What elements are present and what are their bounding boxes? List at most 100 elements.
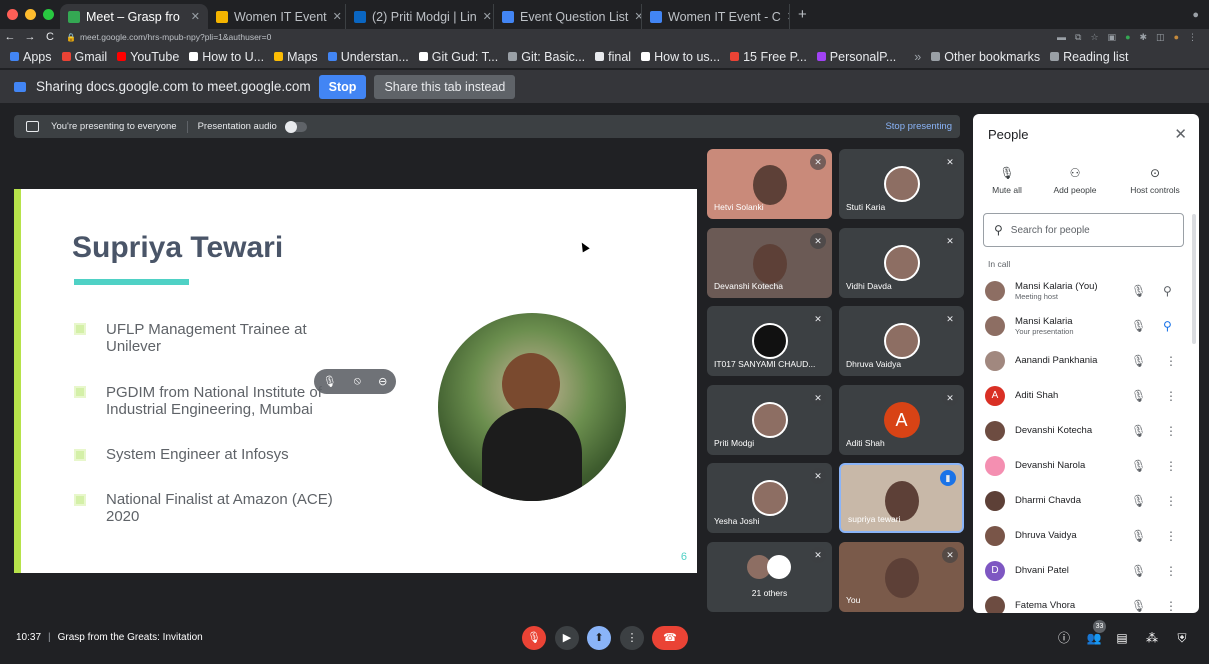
extension-icon[interactable]: ▣	[1108, 32, 1117, 43]
presentation-audio-toggle[interactable]	[284, 120, 307, 133]
extensions-puzzle-icon[interactable]: ✱	[1140, 32, 1148, 43]
participant-tile[interactable]: ✕ Hetvi Solanki	[707, 149, 832, 219]
mic-off-icon[interactable]: 🎙	[1131, 599, 1146, 613]
add-people-button[interactable]: ⚇ Add people	[1045, 166, 1105, 195]
share-this-tab-button[interactable]: Share this tab instead	[374, 74, 516, 99]
search-people-input[interactable]: ⚲ Search for people	[983, 213, 1184, 247]
stop-presenting-button[interactable]: Stop presenting	[885, 121, 952, 132]
participant-tile[interactable]: ✕ Stuti Karia	[839, 149, 964, 219]
bookmark-item[interactable]: 15 Free P...	[730, 50, 807, 64]
bookmark-item[interactable]: Git: Basic...	[508, 50, 585, 64]
participant-tile[interactable]: ✕ Priti Modgi	[707, 385, 832, 455]
participant-tile[interactable]: ✕ Devanshi Kotecha	[707, 228, 832, 298]
reading-list[interactable]: Reading list	[1050, 50, 1128, 64]
participant-row[interactable]: Dharmi Chavda 🎙 ⋮	[973, 483, 1183, 518]
more-options-button[interactable]: ⋮	[620, 626, 644, 650]
participant-row[interactable]: Dhruva Vaidya 🎙 ⋮	[973, 518, 1183, 553]
forward-icon[interactable]: →	[20, 31, 40, 43]
browser-tab[interactable]: (2) Priti Modgi | Lin ✕	[346, 4, 494, 29]
minimize-window-icon[interactable]	[25, 9, 36, 20]
media-icon[interactable]: ◫	[1156, 32, 1165, 43]
browser-tab[interactable]: Meet – Grasp fro ✕	[60, 4, 208, 29]
more-bookmarks-icon[interactable]: »	[914, 50, 921, 64]
share-icon[interactable]: ⧉	[1075, 32, 1081, 43]
grammarly-icon[interactable]: ●	[1125, 32, 1130, 43]
close-icon[interactable]: ✕	[1174, 125, 1187, 143]
participant-tile[interactable]: ✕ You	[839, 542, 964, 612]
bookmark-item[interactable]: Git Gud: T...	[418, 50, 498, 64]
more-options-icon[interactable]: ⋮	[1165, 389, 1177, 403]
more-options-icon[interactable]: ⋮	[1165, 354, 1177, 368]
scrollbar[interactable]	[1192, 214, 1196, 344]
leave-call-button[interactable]: ☎	[652, 626, 688, 650]
bookmark-star-icon[interactable]: ☆	[1090, 32, 1098, 43]
close-tab-icon[interactable]: ✕	[477, 10, 492, 23]
minimize-icon[interactable]: ⊖	[378, 375, 387, 388]
bookmark-item[interactable]: final	[595, 50, 631, 64]
new-tab-icon[interactable]: +	[798, 6, 807, 23]
url-field[interactable]: meet.google.com/hrs-mpub-npy?pli=1&authu…	[80, 32, 271, 42]
participant-row[interactable]: Aanandi Pankhania 🎙 ⋮	[973, 343, 1183, 378]
activities-icon[interactable]: ⁂	[1140, 626, 1164, 650]
mic-off-icon[interactable]: 🎙	[1131, 494, 1146, 508]
mic-off-icon[interactable]: 🎙	[323, 375, 337, 388]
close-tab-icon[interactable]: ✕	[185, 10, 200, 23]
participant-tile[interactable]: ✕ IT017 SANYAMI CHAUD...	[707, 306, 832, 376]
mic-off-icon[interactable]: 🎙	[1131, 529, 1146, 543]
hide-icon[interactable]: ⦸	[354, 375, 361, 388]
participant-row[interactable]: D Dhvani Patel 🎙 ⋮	[973, 553, 1183, 588]
present-button[interactable]: ⬆	[587, 626, 611, 650]
stop-sharing-button[interactable]: Stop	[318, 74, 367, 99]
bookmark-item[interactable]: How to U...	[189, 50, 264, 64]
mic-toggle-button[interactable]: 🎙	[522, 626, 546, 650]
chat-icon[interactable]: ▤	[1110, 626, 1134, 650]
menu-icon[interactable]: ⋮	[1188, 32, 1197, 43]
browser-tab[interactable]: Women IT Event ✕	[208, 4, 346, 29]
participant-tile[interactable]: A ✕ Aditi Shah	[839, 385, 964, 455]
participant-row[interactable]: Devanshi Narola 🎙 ⋮	[973, 448, 1183, 483]
meeting-details-icon[interactable]: ⓘ	[1052, 626, 1076, 650]
browser-tab[interactable]: Event Question List✕	[494, 4, 642, 29]
mute-all-button[interactable]: 🎙 Mute all	[983, 166, 1031, 195]
bookmark-item[interactable]: Gmail	[61, 50, 107, 64]
bookmark-item[interactable]: PersonalP...	[816, 50, 896, 64]
bookmark-item[interactable]: Maps	[274, 50, 318, 64]
more-options-icon[interactable]: ⋮	[1165, 564, 1177, 578]
participant-tile[interactable]: ▮ supriya tewari	[839, 463, 964, 533]
host-controls-button[interactable]: ⊙ Host controls	[1123, 166, 1187, 195]
bookmark-item[interactable]: Apps	[10, 50, 52, 64]
pin-icon[interactable]: ⚲	[1163, 319, 1172, 333]
other-bookmarks[interactable]: Other bookmarks	[931, 50, 1040, 64]
browser-tab[interactable]: Women IT Event - C✕	[642, 4, 790, 29]
more-options-icon[interactable]: ⋮	[1165, 599, 1177, 613]
participant-tile[interactable]: ✕ Yesha Joshi	[707, 463, 832, 533]
more-options-icon[interactable]: ⋮	[1165, 459, 1177, 473]
mic-off-icon[interactable]: 🎙	[1131, 389, 1146, 403]
maximize-window-icon[interactable]	[43, 9, 54, 20]
participant-row[interactable]: Mansi Kalaria (You) Meeting host 🎙 ⚲	[973, 273, 1183, 308]
host-controls-icon[interactable]: ⛨	[1170, 626, 1194, 650]
participant-tile[interactable]: ✕ Dhruva Vaidya	[839, 306, 964, 376]
mic-off-icon[interactable]: 🎙	[1131, 319, 1146, 333]
participant-tile[interactable]: ✕ Vidhi Davda	[839, 228, 964, 298]
participant-row[interactable]: Fatema Vhora 🎙 ⋮	[973, 588, 1183, 613]
cast-icon[interactable]: ▬	[1057, 32, 1066, 43]
reload-icon[interactable]: C	[40, 31, 60, 43]
mic-off-icon[interactable]: 🎙	[1131, 354, 1146, 368]
bookmark-item[interactable]: Understan...	[327, 50, 409, 64]
participant-row[interactable]: Devanshi Kotecha 🎙 ⋮	[973, 413, 1183, 448]
mic-off-icon[interactable]: 🎙	[1131, 564, 1146, 578]
bookmark-item[interactable]: YouTube	[117, 50, 179, 64]
more-options-icon[interactable]: ⋮	[1165, 529, 1177, 543]
close-tab-icon[interactable]: ✕	[781, 10, 789, 23]
profile-avatar-icon[interactable]: ●	[1174, 32, 1179, 43]
mic-off-icon[interactable]: 🎙	[1131, 459, 1146, 473]
more-options-icon[interactable]: ⋮	[1165, 424, 1177, 438]
bookmark-item[interactable]: How to us...	[641, 50, 720, 64]
more-options-icon[interactable]: ⋮	[1165, 494, 1177, 508]
tab-search-icon[interactable]: ●	[1192, 9, 1199, 21]
participant-tile[interactable]: ✕ 21 others	[707, 542, 832, 612]
close-tab-icon[interactable]: ✕	[628, 10, 641, 23]
camera-toggle-button[interactable]: ▶	[555, 626, 579, 650]
participant-row[interactable]: Mansi Kalaria Your presentation 🎙 ⚲	[973, 308, 1183, 343]
